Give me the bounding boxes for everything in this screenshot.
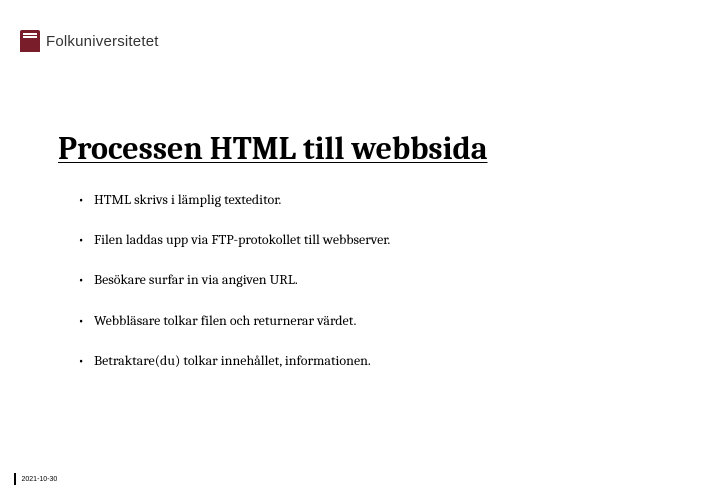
logo-mark-icon [20,30,40,52]
list-item: Besökare surfar in via angiven URL. [78,271,680,289]
page-title: Processen HTML till webbsida [58,130,680,167]
slide-content: Processen HTML till webbsida HTML skrivs… [58,130,680,392]
footer-accent-bar [14,473,16,485]
list-item: HTML skrivs i lämplig texteditor. [78,191,680,209]
list-item: Webbläsare tolkar filen och returnerar v… [78,312,680,330]
list-item: Betraktare(du) tolkar innehållet, inform… [78,352,680,370]
footer: 2021-10-30 [14,473,57,485]
list-item: Filen laddas upp via FTP-protokollet til… [78,231,680,249]
brand-logo: Folkuniversitetet [20,30,159,52]
bullet-list: HTML skrivs i lämplig texteditor. Filen … [58,191,680,370]
footer-date: 2021-10-30 [22,476,58,483]
brand-name: Folkuniversitetet [46,33,159,50]
